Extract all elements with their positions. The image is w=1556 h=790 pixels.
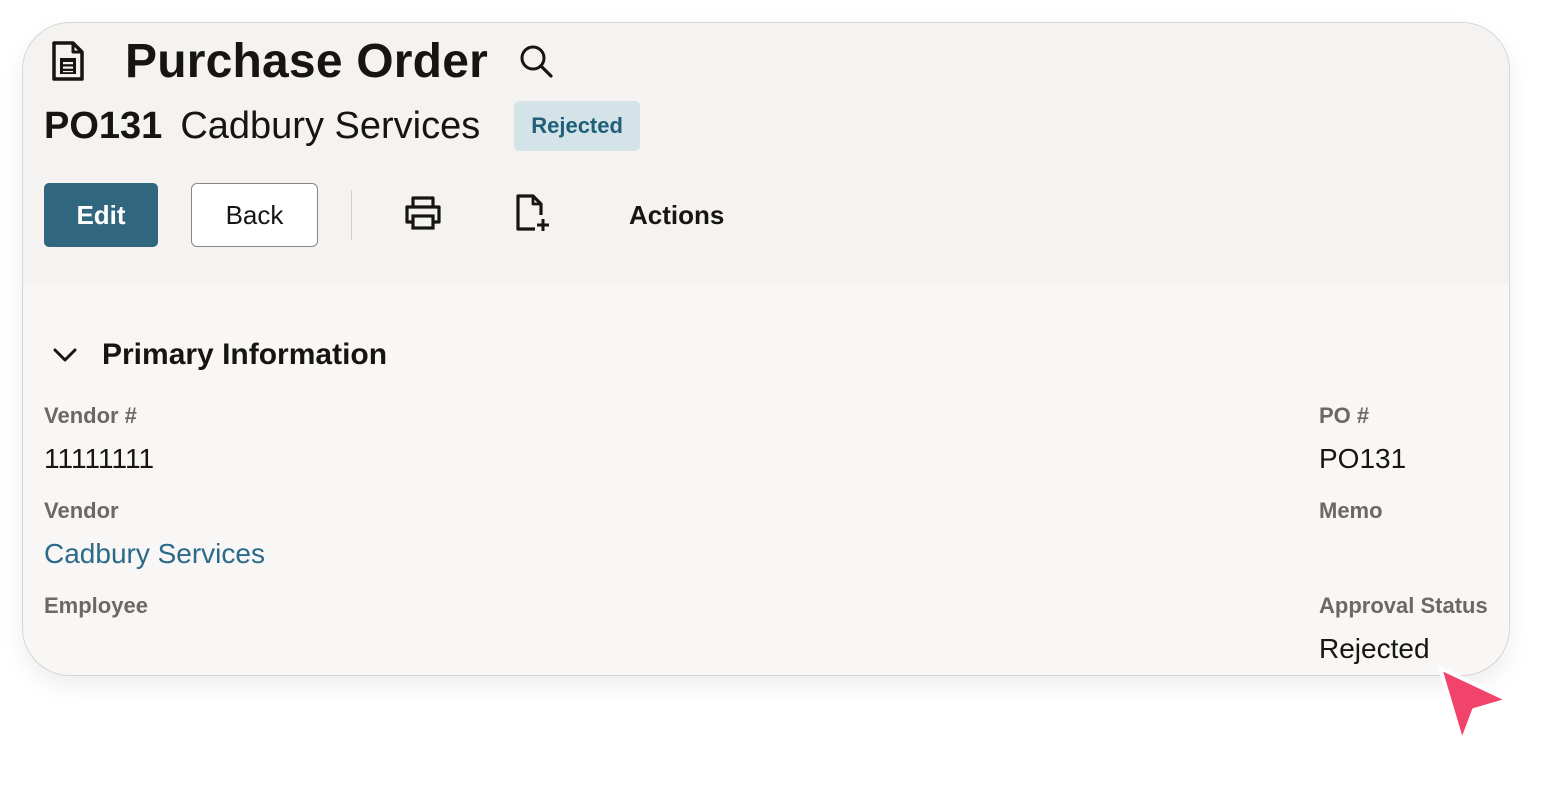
mouse-cursor-icon — [1432, 660, 1516, 748]
status-badge: Rejected — [514, 101, 640, 151]
vendor-number-label: Vendor # — [44, 403, 137, 428]
approval-status-label: Approval Status — [1319, 593, 1488, 618]
primary-information-toggle[interactable]: Primary Information — [51, 333, 387, 377]
chevron-down-icon — [51, 341, 79, 369]
document-icon — [51, 41, 85, 81]
vendor-label: Vendor — [44, 498, 119, 523]
record-id: PO131 — [44, 104, 163, 147]
page-title: Purchase Order — [125, 34, 488, 88]
section-title: Primary Information — [102, 338, 388, 371]
print-icon — [404, 195, 442, 236]
vendor-link[interactable]: Cadbury Services — [44, 538, 265, 570]
new-document-icon — [514, 193, 550, 238]
po-number-label: PO # — [1319, 403, 1370, 428]
print-button[interactable] — [401, 193, 445, 237]
memo-label: Memo — [1319, 498, 1383, 523]
purchase-order-card: Purchase Order PO131 Cadbury Services Re… — [22, 22, 1510, 676]
record-name: Cadbury Services — [180, 104, 481, 147]
toolbar-divider — [351, 190, 352, 240]
actions-menu-button[interactable]: Actions — [629, 200, 724, 231]
po-number-value: PO131 — [1319, 443, 1407, 474]
vendor-number-value: 11111111 — [44, 443, 155, 474]
edit-button[interactable]: Edit — [44, 183, 158, 247]
record-toolbar: Edit Back Actions — [44, 183, 724, 247]
new-document-button[interactable] — [510, 193, 554, 237]
employee-label: Employee — [44, 593, 148, 618]
back-button[interactable]: Back — [191, 183, 318, 247]
search-icon[interactable] — [518, 43, 554, 79]
title-row: Purchase Order — [51, 34, 554, 88]
record-header: Purchase Order PO131 Cadbury Services Re… — [23, 23, 1509, 285]
approval-status-value: Rejected — [1319, 633, 1430, 664]
record-subtitle: PO131 Cadbury Services Rejected — [44, 99, 640, 153]
